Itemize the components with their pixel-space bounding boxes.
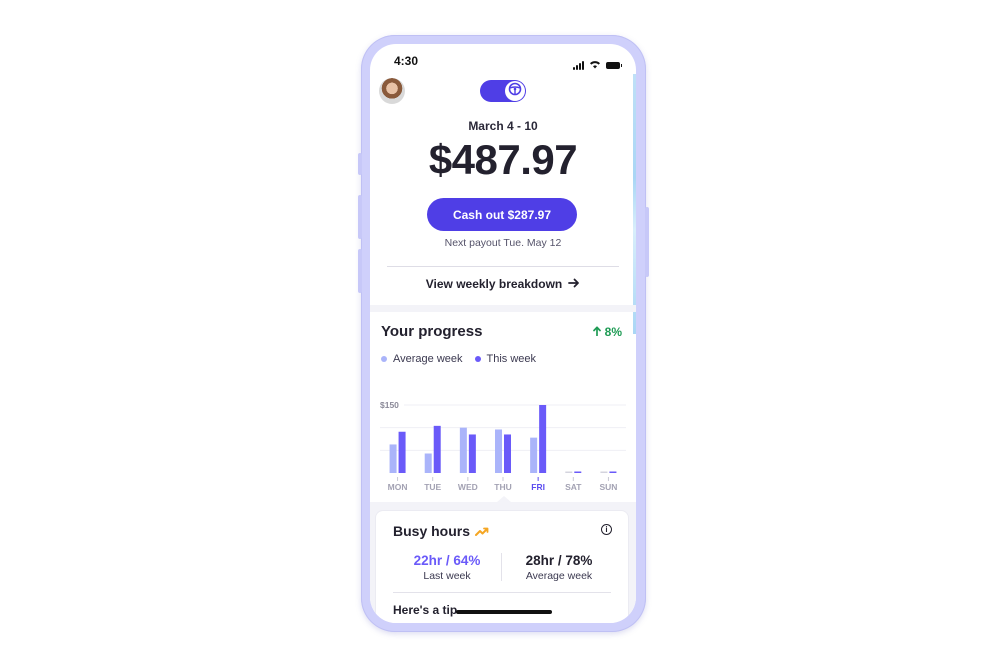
steering-wheel-icon	[508, 82, 522, 101]
driving-mode-toggle[interactable]	[480, 80, 526, 102]
home-indicator[interactable]	[456, 610, 552, 614]
average-week-stat: 28hr / 78% Average week	[504, 553, 614, 582]
average-week-label: Average week	[525, 570, 593, 582]
bar-average-tue	[424, 453, 432, 473]
x-tick-label-sun: SUN	[599, 482, 617, 492]
view-weekly-breakdown-link[interactable]: View weekly breakdown	[370, 277, 636, 291]
bar-this-week-sat	[574, 471, 582, 473]
bar-average-sat	[565, 471, 573, 473]
bar-this-week-thu	[504, 434, 511, 473]
bar-this-week-tue	[433, 425, 441, 473]
phone-frame: 4:30 March 4 - 10 $487.97 Cash out $287.…	[358, 35, 649, 632]
arrow-up-icon	[592, 325, 601, 339]
mute-switch	[358, 153, 362, 175]
section-separator	[370, 305, 636, 312]
earnings-total: $487.97	[428, 136, 578, 183]
next-payout-text: Next payout Tue. May 12	[444, 237, 562, 249]
wifi-icon	[589, 56, 601, 74]
arrow-right-icon	[568, 277, 580, 291]
legend-item-this-week: This week	[474, 353, 537, 365]
app-screen: 4:30 March 4 - 10 $487.97 Cash out $287.…	[370, 44, 636, 623]
card-divider	[393, 592, 611, 593]
x-tick-label-thu: THU	[494, 482, 511, 492]
x-tick-label-fri: FRI	[531, 482, 545, 492]
selected-day-pointer	[497, 496, 511, 502]
last-week-label: Last week	[423, 570, 471, 582]
bar-average-wed	[459, 427, 467, 473]
tip-heading[interactable]: Here's a tip	[393, 603, 457, 617]
chart-legend: Average week This week	[381, 353, 536, 365]
stat-separator	[501, 553, 502, 581]
legend-item-average: Average week	[381, 353, 463, 365]
busy-hours-title-text: Busy hours	[393, 523, 471, 539]
x-tick-label-wed: WED	[458, 482, 478, 492]
bar-this-week-wed	[468, 434, 476, 473]
background-app-edge	[633, 74, 636, 334]
volume-up-button	[358, 195, 362, 239]
bar-this-week-fri	[539, 405, 547, 473]
last-week-stat: 22hr / 64% Last week	[392, 553, 502, 582]
earnings-period: March 4 - 10	[468, 119, 538, 133]
status-bar: 4:30	[370, 52, 636, 70]
signal-icon	[573, 60, 584, 70]
x-tick-label-mon: MON	[388, 482, 408, 492]
legend-label-average: Average week	[393, 353, 463, 365]
bar-average-thu	[495, 429, 502, 473]
status-time: 4:30	[394, 54, 419, 68]
bar-average-mon	[389, 444, 397, 473]
info-icon[interactable]: i	[601, 524, 612, 535]
busy-hours-card: Busy hours i 22hr / 64% Last week 28hr /…	[376, 511, 628, 623]
busy-hours-title: Busy hours	[393, 523, 489, 539]
progress-change-value: 8%	[604, 325, 622, 339]
weekly-progress-chart: $150 MON TUE WED THU FRI SAT SUN	[378, 399, 626, 492]
battery-icon	[606, 61, 622, 69]
divider	[387, 266, 619, 267]
progress-change: 8%	[592, 325, 622, 339]
busy-hours-section: Busy hours i 22hr / 64% Last week 28hr /…	[370, 496, 636, 623]
cash-out-button[interactable]: Cash out $287.97	[427, 198, 577, 231]
bar-average-sun	[600, 471, 608, 473]
average-week-value: 28hr / 78%	[525, 553, 593, 568]
bar-this-week-mon	[398, 431, 406, 473]
bar-average-fri	[530, 437, 538, 473]
y-tick-label: $150	[380, 400, 399, 410]
power-button	[645, 207, 649, 277]
trending-up-icon	[475, 523, 489, 539]
bar-this-week-sun	[609, 471, 617, 473]
legend-dot-average	[381, 356, 387, 362]
x-tick-label-tue: TUE	[424, 482, 441, 492]
legend-label-this-week: This week	[486, 353, 537, 365]
last-week-value: 22hr / 64%	[413, 553, 481, 568]
legend-dot-this-week	[474, 356, 481, 362]
avatar[interactable]	[379, 78, 405, 104]
breakdown-label: View weekly breakdown	[425, 277, 563, 291]
volume-down-button	[358, 249, 362, 293]
progress-title: Your progress	[381, 323, 483, 340]
x-tick-label-sat: SAT	[565, 482, 582, 492]
